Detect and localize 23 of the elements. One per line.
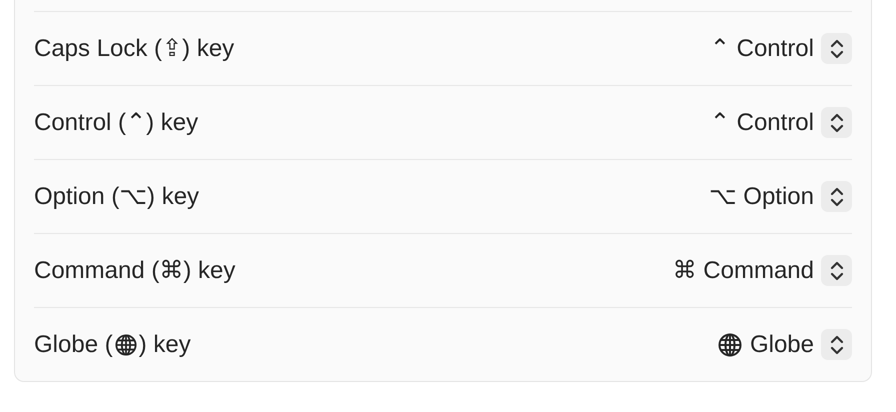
chevron-updown-icon	[830, 334, 844, 354]
globe-icon	[114, 334, 137, 356]
key-label: Command (⌘) key	[34, 256, 236, 285]
modifier-value: ⌘ Command	[672, 256, 814, 285]
chevron-updown-icon	[830, 112, 844, 132]
key-label: Caps Lock (⇪) key	[34, 34, 234, 63]
key-label: Globe (	[34, 330, 113, 358]
modifier-value: ⌃ Control	[710, 108, 814, 137]
modifier-value: ⌥ Option	[708, 182, 814, 211]
modifier-value: ⌃ Control	[710, 34, 814, 63]
modifier-value: Globe	[750, 330, 814, 358]
popup-stepper-button[interactable]	[821, 329, 852, 360]
popup-stepper-button[interactable]	[821, 255, 852, 286]
popup-stepper-button[interactable]	[821, 107, 852, 138]
chevron-updown-icon	[830, 38, 844, 58]
globe-icon	[718, 332, 742, 356]
key-label: ) key	[138, 330, 191, 358]
popup-stepper-button[interactable]	[821, 181, 852, 212]
key-label: Option (⌥) key	[34, 182, 200, 211]
key-label: Control (⌃) key	[34, 108, 198, 137]
chevron-updown-icon	[830, 186, 844, 206]
popup-stepper-button[interactable]	[821, 33, 852, 64]
chevron-updown-icon	[830, 260, 844, 280]
